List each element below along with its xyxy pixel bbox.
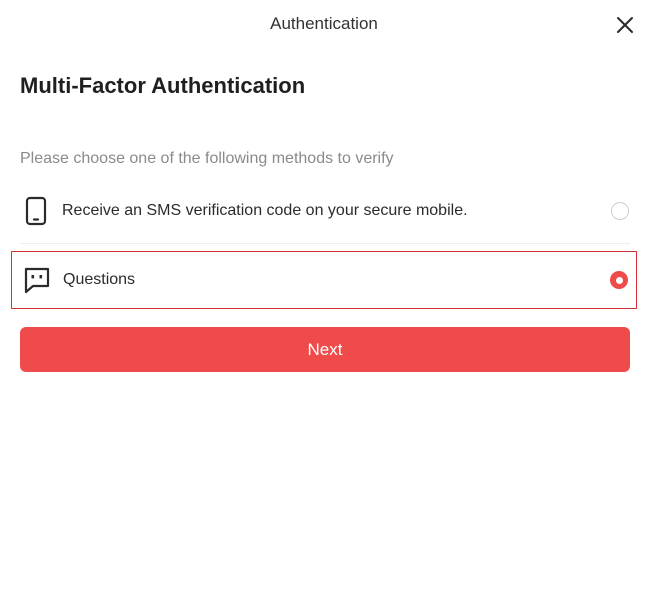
option-sms[interactable]: Receive an SMS verification code on your… — [11, 182, 637, 240]
option-questions[interactable]: Questions — [11, 251, 637, 309]
title-bar: Authentication — [0, 0, 648, 50]
option-sms-label: Receive an SMS verification code on your… — [62, 202, 468, 219]
option-questions-label: Questions — [63, 271, 136, 288]
window-title: Authentication — [270, 14, 378, 33]
mobile-phone-icon — [21, 196, 51, 226]
option-questions-radio[interactable] — [610, 271, 628, 289]
close-button[interactable] — [614, 14, 636, 36]
authentication-dialog: Authentication Multi-Factor Authenticati… — [0, 0, 648, 608]
instruction-text: Please choose one of the following metho… — [20, 150, 394, 167]
chat-bubble-icon — [22, 265, 52, 295]
next-button[interactable]: Next — [20, 327, 630, 372]
option-divider — [20, 243, 630, 244]
close-icon — [617, 17, 633, 33]
page-title: Multi-Factor Authentication — [20, 73, 306, 98]
option-sms-radio[interactable] — [611, 202, 629, 220]
